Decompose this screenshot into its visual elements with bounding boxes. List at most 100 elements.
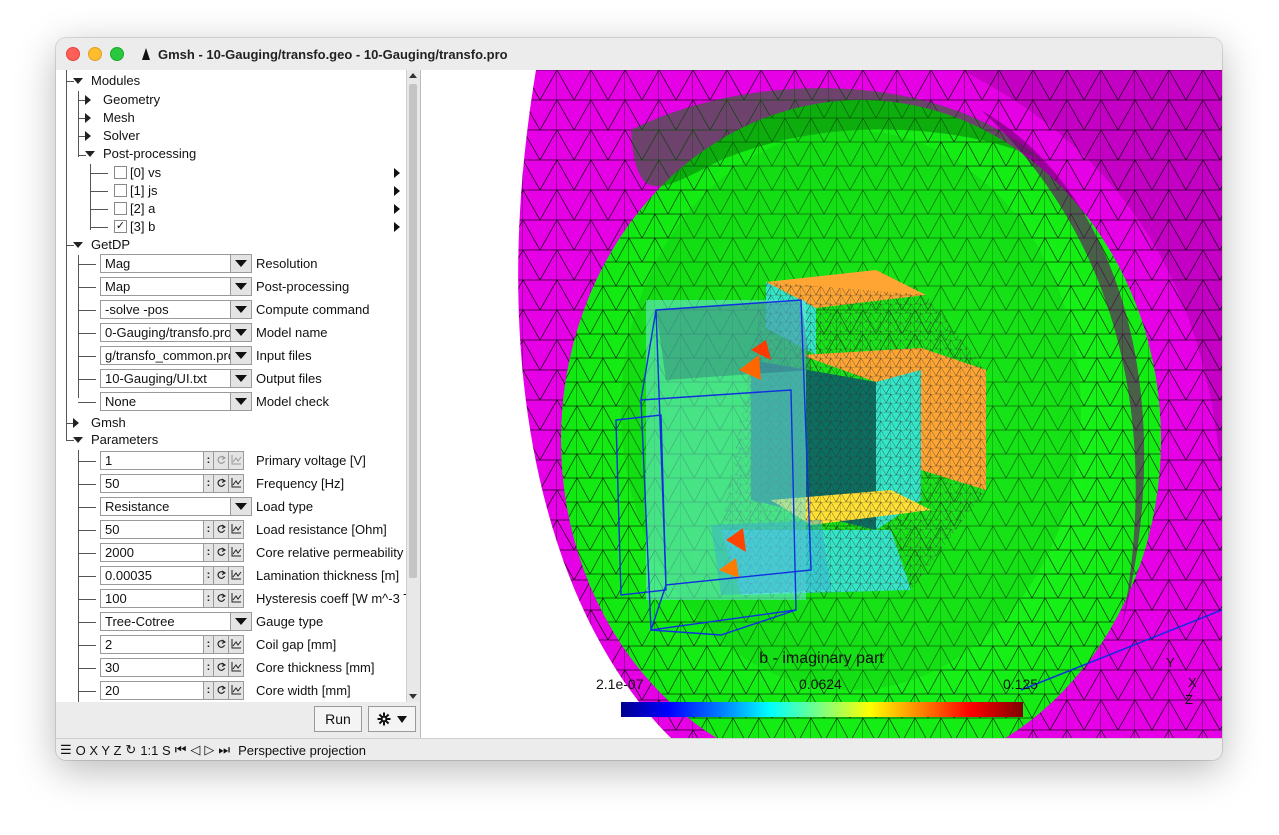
prev-step-icon[interactable]: ◁ [190,742,200,758]
next-step-icon[interactable]: ⏭ [218,742,230,758]
tree-scrollbar[interactable] [406,70,420,702]
expand-right-icon [85,113,91,123]
load-resistance-field[interactable]: 50 : [100,520,252,539]
play-icon[interactable]: ▷ [204,742,214,758]
tree-item-postprocessing[interactable]: Post-processing [56,144,406,164]
graph-icon[interactable] [229,543,244,562]
loop-icon[interactable] [214,658,229,677]
model-name-select[interactable]: 0-Gauging/transfo.pro [100,323,252,342]
coil-gap-field[interactable]: 2 : [100,635,252,654]
chevron-down-icon[interactable] [230,370,251,387]
gauge-type-select[interactable]: Tree-Cotree [100,612,252,631]
tree-item-solver[interactable]: Solver [56,126,406,146]
view-checkbox-0[interactable] [114,166,127,179]
chevron-down-icon[interactable] [230,613,251,630]
output-files-label: Output files [256,371,322,386]
loop-icon[interactable] [214,451,229,470]
graph-icon[interactable] [229,451,244,470]
solver-options-button[interactable] [368,706,416,732]
colorbar-mid-label: 0.0624 [799,676,842,692]
loop-icon[interactable] [214,566,229,585]
view-item-1[interactable]: [1] js [56,181,406,201]
mesh-scene[interactable] [421,70,1222,738]
lamination-thickness-label: Lamination thickness [m] [256,568,400,583]
minimize-button[interactable] [88,47,102,61]
compute-command-select[interactable]: -solve -pos [100,300,252,319]
view-item-2[interactable]: [2] a [56,199,406,219]
graph-icon[interactable] [229,520,244,539]
graph-icon[interactable] [229,589,244,608]
graphics-viewport[interactable]: b - imaginary part 2.1e-07 0.0624 0.125 … [421,70,1222,738]
tree-item-mesh[interactable]: Mesh [56,108,406,128]
postprocessing-label: Post-processing [256,279,350,294]
view-checkbox-1[interactable] [114,184,127,197]
expand-down-icon [73,242,83,248]
graph-icon[interactable] [229,658,244,677]
scale-buttons[interactable]: 1:1 S [140,743,170,758]
options-panel: Modules Geometry Mesh Solver Post-proces [56,70,421,738]
first-step-icon[interactable]: ⏮ [175,742,187,758]
graph-icon[interactable] [229,474,244,493]
core-thickness-field[interactable]: 30 : [100,658,252,677]
graph-icon[interactable] [229,635,244,654]
loop-icon[interactable] [214,520,229,539]
chevron-down-icon[interactable] [230,393,251,410]
close-button[interactable] [66,47,80,61]
postprocessing-select[interactable]: Map [100,277,252,296]
core-permeability-field[interactable]: 2000 : [100,543,252,562]
model-check-select[interactable]: None [100,392,252,411]
graph-icon[interactable] [229,681,244,700]
chevron-down-icon[interactable] [230,278,251,295]
submenu-arrow-icon[interactable] [394,186,400,196]
submenu-arrow-icon[interactable] [394,168,400,178]
output-files-select[interactable]: 10-Gauging/UI.txt [100,369,252,388]
model-name-label: Model name [256,325,328,340]
zoom-button[interactable] [110,47,124,61]
menu-icon[interactable]: ☰ [60,742,72,758]
scroll-up-icon[interactable] [409,73,417,78]
graph-icon[interactable] [229,566,244,585]
loop-icon[interactable] [214,681,229,700]
input-files-label: Input files [256,348,312,363]
tree-item-parameters[interactable]: Parameters [56,430,406,450]
view-checkbox-2[interactable] [114,202,127,215]
scrollbar-thumb[interactable] [409,84,417,578]
tree-label-gmsh: Gmsh [91,415,126,430]
view-checkbox-3[interactable]: ✓ [114,220,127,233]
lamination-thickness-field[interactable]: 0.00035 : [100,566,252,585]
scroll-down-icon[interactable] [409,694,417,699]
window-title: Gmsh - 10-Gauging/transfo.geo - 10-Gaugi… [158,46,508,62]
load-type-select[interactable]: Resistance [100,497,252,516]
axis-z-label: Z [1185,692,1193,707]
tree-item-modules[interactable]: Modules [56,71,406,91]
view-item-3[interactable]: ✓ [3] b [56,217,406,237]
status-bar: ☰ O X Y Z ↻ 1:1 S ⏮ ◁ ▷ ⏭ Perspective pr… [56,738,1222,760]
input-files-select[interactable]: g/transfo_common.pro [100,346,252,365]
tree-item-getdp[interactable]: GetDP [56,235,406,255]
expand-right-icon [73,418,79,428]
gmsh-logo-icon [142,48,150,60]
chevron-down-icon[interactable] [230,324,251,341]
resolution-select[interactable]: Mag [100,254,252,273]
chevron-down-icon[interactable] [230,347,251,364]
loop-icon[interactable] [214,474,229,493]
core-width-field[interactable]: 20 : [100,681,252,700]
submenu-arrow-icon[interactable] [394,204,400,214]
view-item-0[interactable]: [0] vs [56,163,406,183]
loop-icon[interactable] [214,635,229,654]
axis-view-buttons[interactable]: O X Y Z [76,743,122,758]
hysteresis-coeff-field[interactable]: 100 : [100,589,252,608]
tree-item-geometry[interactable]: Geometry [56,90,406,110]
chevron-down-icon[interactable] [230,301,251,318]
loop-icon[interactable] [214,543,229,562]
loop-icon[interactable] [214,589,229,608]
primary-voltage-field[interactable]: 1 : [100,451,252,470]
gauge-type-label: Gauge type [256,614,324,629]
submenu-arrow-icon[interactable] [394,222,400,232]
tree-label-modules: Modules [91,73,141,88]
frequency-field[interactable]: 50 : [100,474,252,493]
rotate-icon[interactable]: ↻ [125,742,136,758]
run-button[interactable]: Run [314,706,362,732]
chevron-down-icon[interactable] [230,498,251,515]
chevron-down-icon[interactable] [230,255,251,272]
